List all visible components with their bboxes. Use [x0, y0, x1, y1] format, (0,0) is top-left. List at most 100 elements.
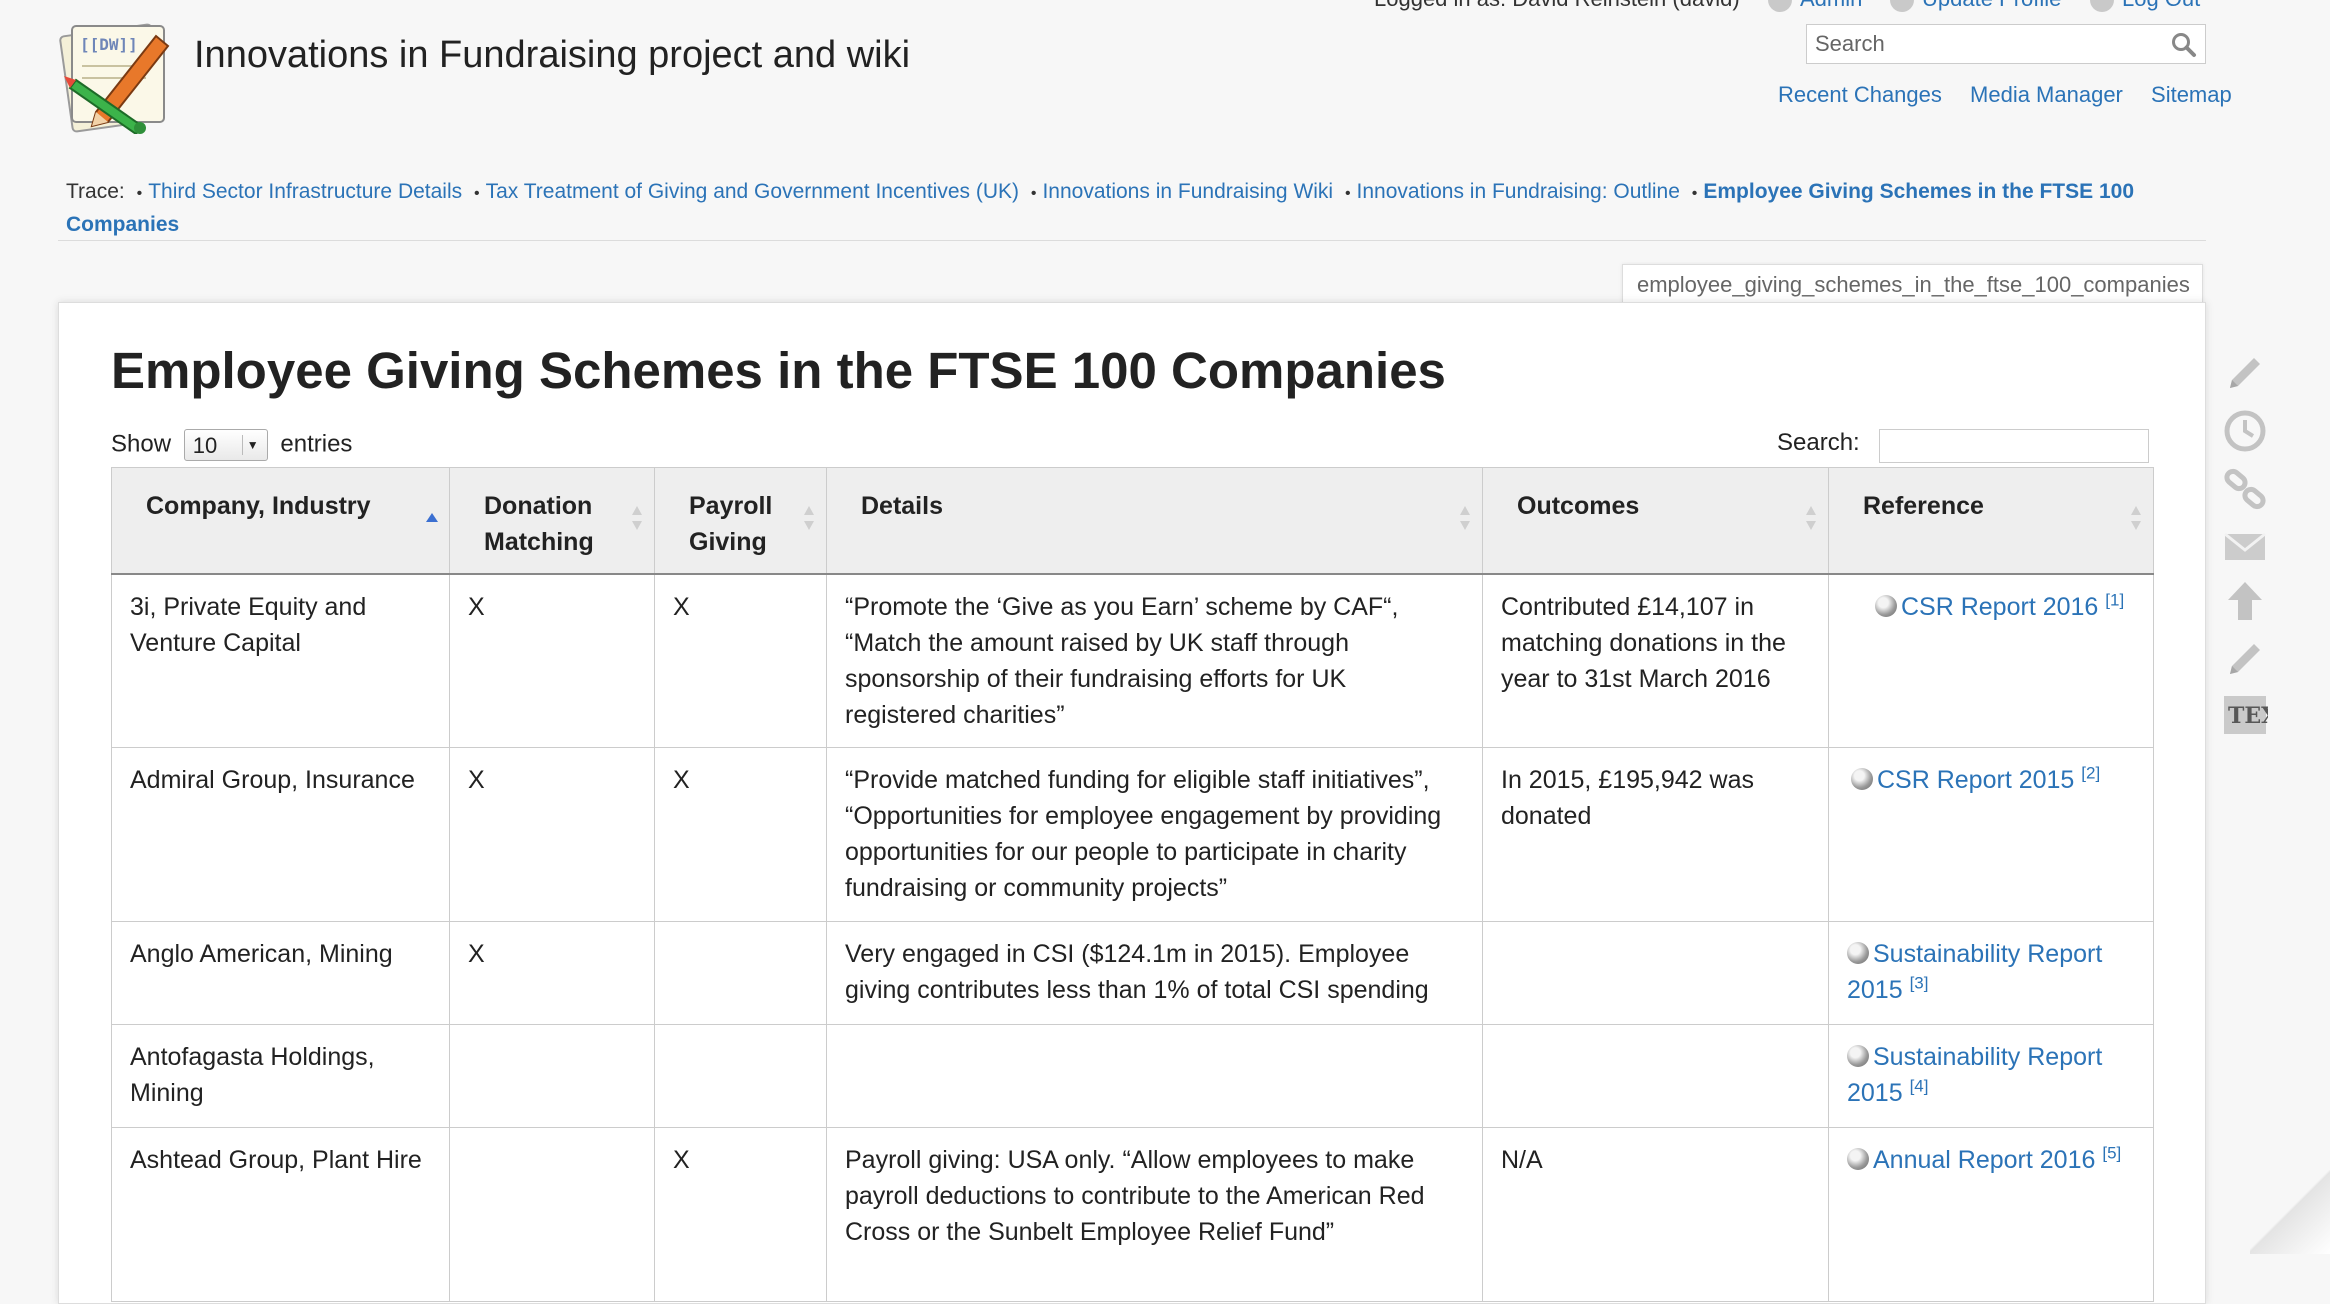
breadcrumb-separator: • [1344, 185, 1351, 202]
email-icon[interactable] [2222, 524, 2268, 570]
column-header-company[interactable]: Company, Industry [111, 467, 450, 575]
cell-donation-matching: X [449, 747, 655, 922]
breadcrumb-item[interactable]: Innovations in Fundraising: Outline [1357, 180, 1680, 203]
cell-reference: Annual Report 2016 [5] [1828, 1127, 2154, 1302]
sort-ascending-icon [426, 513, 438, 522]
search-input[interactable] [1807, 25, 2165, 63]
cell-company: Ashtead Group, Plant Hire [111, 1127, 450, 1302]
dokuwiki-logo[interactable]: [[DW]] [56, 16, 178, 134]
logout-link[interactable]: Log Out [2090, 0, 2200, 13]
breadcrumb-separator: • [473, 185, 480, 202]
breadcrumb-separator: • [1691, 185, 1698, 202]
cell-details [826, 1024, 1483, 1128]
breadcrumb-separator: • [1030, 185, 1037, 202]
reference-link[interactable]: CSR Report 2016 [1901, 593, 2098, 621]
sort-icon [804, 506, 814, 530]
cell-payroll-giving: X [654, 1127, 827, 1302]
search-icon[interactable] [2171, 32, 2197, 58]
breadcrumb-item[interactable]: Innovations in Fundraising Wiki [1042, 180, 1333, 203]
revisions-icon[interactable] [2222, 408, 2268, 454]
sort-icon [1460, 506, 1470, 530]
table-search-input[interactable] [1879, 429, 2149, 463]
cell-details: Very engaged in CSI ($124.1m in 2015). E… [826, 921, 1483, 1025]
column-header-details[interactable]: Details [826, 467, 1483, 575]
footnote-link[interactable]: [5] [2102, 1144, 2121, 1163]
divider [58, 240, 2206, 241]
column-header-label: Details [861, 492, 943, 520]
table-row: Antofagasta Holdings, Mining Sustainabil… [111, 1024, 2154, 1128]
globe-icon [1847, 1045, 1869, 1067]
svg-text:[[DW]]: [[DW]] [80, 35, 138, 54]
logout-label[interactable]: Log Out [2122, 0, 2200, 11]
table-row: 3i, Private Equity and Venture Capital X… [111, 573, 2154, 748]
entries-length-control: Show 10 ▼ entries [111, 429, 352, 461]
reference-link[interactable]: Sustainability Report 2015 [1847, 1043, 2102, 1107]
globe-icon [1851, 768, 1873, 790]
column-header-donation-matching[interactable]: Donation Matching [449, 467, 655, 575]
header: [[DW]] Innovations in Fundraising projec… [0, 0, 2330, 241]
update-profile-label[interactable]: Update Profile [1922, 0, 2061, 11]
page-content: Employee Giving Schemes in the FTSE 100 … [58, 302, 2206, 1304]
entries-select-value: 10 [192, 433, 218, 458]
cell-donation-matching: X [449, 573, 655, 748]
admin-link[interactable]: Admin [1768, 0, 1862, 13]
globe-icon [1875, 594, 1897, 617]
cell-reference: Sustainability Report 2015 [4] [1828, 1024, 2154, 1128]
column-header-payroll-giving[interactable]: Payroll Giving [654, 467, 827, 575]
cell-donation-matching [449, 1127, 655, 1302]
cell-company: Anglo American, Mining [111, 921, 450, 1025]
cell-reference: CSR Report 2016 [1] [1828, 573, 2154, 748]
column-header-reference[interactable]: Reference [1828, 467, 2154, 575]
cell-payroll-giving: X [654, 573, 827, 748]
site-tools: Recent Changes Media Manager Sitemap [1756, 82, 2232, 108]
admin-label[interactable]: Admin [1800, 0, 1862, 11]
edit-icon[interactable] [2222, 350, 2268, 396]
media-manager-link[interactable]: Media Manager [1970, 82, 2123, 107]
reference-link[interactable]: Sustainability Report 2015 [1847, 940, 2102, 1004]
logout-icon [2090, 0, 2114, 13]
user-tools: Logged in as: David Reinstein (david) Ad… [1360, 0, 2210, 13]
page-title: Employee Giving Schemes in the FTSE 100 … [111, 342, 1446, 399]
entries-select[interactable]: 10 ▼ [183, 429, 268, 461]
table-row: Ashtead Group, Plant Hire X Payroll givi… [111, 1127, 2154, 1302]
cell-outcomes: Contributed £14,107 in matching donation… [1482, 573, 1829, 748]
column-header-label: Company, Industry [146, 492, 371, 520]
cell-payroll-giving: X [654, 747, 827, 922]
recent-changes-link[interactable]: Recent Changes [1778, 82, 1942, 107]
footnote-link[interactable]: [2] [2081, 764, 2100, 783]
site-search [1806, 24, 2206, 64]
sitemap-link[interactable]: Sitemap [2151, 82, 2232, 107]
breadcrumb-separator: • [136, 185, 143, 202]
edit-section-icon[interactable] [2222, 636, 2268, 682]
backlinks-icon[interactable] [2222, 466, 2268, 512]
user-icon [1890, 0, 1914, 13]
column-header-label: Outcomes [1517, 492, 1640, 520]
reference-link[interactable]: CSR Report 2015 [1877, 766, 2074, 794]
cell-payroll-giving [654, 1024, 827, 1128]
cell-reference: Sustainability Report 2015 [3] [1828, 921, 2154, 1025]
site-title[interactable]: Innovations in Fundraising project and w… [194, 34, 910, 77]
show-label: Show [111, 430, 172, 458]
footnote-link[interactable]: [3] [1910, 974, 1929, 993]
table-search-label: Search: [1777, 429, 1860, 456]
cell-details: “Provide matched funding for eligible st… [826, 747, 1483, 922]
reference-link[interactable]: Annual Report 2016 [1873, 1146, 2095, 1174]
table-row: Admiral Group, Insurance X X “Provide ma… [111, 747, 2154, 922]
chevron-down-icon: ▼ [241, 435, 263, 455]
svg-text:TEX: TEX [2228, 703, 2268, 729]
cell-details: “Promote the ‘Give as you Earn’ scheme b… [826, 573, 1483, 748]
update-profile-link[interactable]: Update Profile [1890, 0, 2061, 13]
tex-icon[interactable]: TEX [2222, 692, 2268, 738]
sort-icon [632, 506, 642, 530]
column-header-outcomes[interactable]: Outcomes [1482, 467, 1829, 575]
back-to-top-icon[interactable] [2222, 578, 2268, 624]
cell-payroll-giving [654, 921, 827, 1025]
footnote-link[interactable]: [4] [1910, 1077, 1929, 1096]
cell-outcomes [1482, 921, 1829, 1025]
breadcrumb-item[interactable]: Third Sector Infrastructure Details [148, 180, 462, 203]
footnote-link[interactable]: [1] [2105, 590, 2124, 609]
cell-reference: CSR Report 2015 [2] [1828, 747, 2154, 922]
cell-donation-matching [449, 1024, 655, 1128]
breadcrumb-item[interactable]: Tax Treatment of Giving and Government I… [486, 180, 1019, 203]
sort-icon [2131, 506, 2141, 530]
